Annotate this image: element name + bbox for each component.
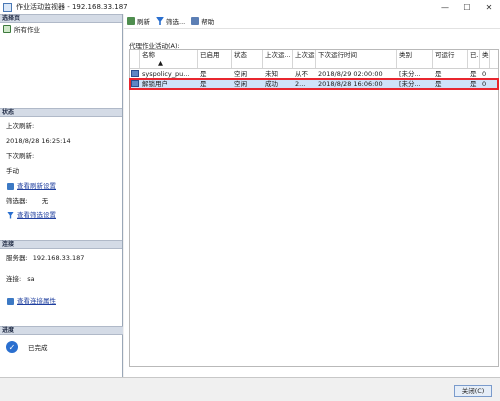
refresh-button[interactable]: 刷新 (127, 16, 150, 26)
maximize-button[interactable]: ☐ (456, 0, 478, 14)
job-icon (131, 80, 139, 87)
refresh-settings-icon (7, 182, 14, 190)
bottom-bar: 关闭(C) (0, 377, 500, 401)
last-refresh-value: 2018/8/28 16:25:14 (6, 137, 71, 145)
connection-value: sa (27, 275, 35, 283)
close-button[interactable]: 关闭(C) (454, 385, 492, 397)
check-icon: ✓ (6, 341, 18, 353)
progress-value: 已完成 (28, 344, 48, 352)
column-header[interactable]: 上次运... (293, 50, 316, 68)
close-window-button[interactable]: ✕ (478, 0, 500, 14)
left-pane: 选择页 所有作业 状态 上次刷新: 2018/8/28 16:25:14 下次刷… (0, 14, 123, 377)
last-refresh-label: 上次刷新: (6, 122, 35, 130)
toolbar: 刷新 筛选... 帮助 (124, 14, 500, 29)
view-filter-settings-link[interactable]: 查看筛选设置 (0, 210, 122, 220)
table-row[interactable]: syspolicy_pu... 是 空闲 未知 从不 2018/8/29 02:… (130, 69, 498, 79)
job-icon (131, 70, 139, 77)
column-header[interactable]: 状态 (232, 50, 263, 68)
server-row: 服务器: 192.168.33.187 (0, 253, 122, 263)
column-header[interactable]: 类别 (480, 50, 490, 68)
title-bar: 作业活动监视器 - 192.168.33.187 — ☐ ✕ (0, 0, 500, 14)
next-refresh-value: 手动 (6, 167, 19, 175)
column-header[interactable]: 名称 ▲ (140, 50, 198, 68)
column-header[interactable]: 下次运行时间 (316, 50, 397, 68)
jobs-icon (3, 24, 11, 33)
main-pane: 刷新 筛选... 帮助 代理作业活动(A): 名称 ▲ 已启用 状态 上次运...… (124, 14, 500, 377)
minimize-button[interactable]: — (434, 0, 456, 14)
filter-icon (7, 211, 14, 219)
app-icon (3, 2, 12, 12)
table-row-selected[interactable]: 解锁用户 是 空闲 成功 2... 2018/8/28 16:06:00 [未分… (129, 78, 499, 90)
view-connection-properties-link[interactable]: 查看连接属性 (0, 296, 122, 306)
filter-row: 筛选器: 无 (0, 196, 122, 206)
filter-button[interactable]: 筛选... (156, 16, 185, 26)
status-header: 状态 (0, 108, 122, 117)
help-icon (191, 17, 200, 25)
grid-header: 名称▲ 已启用 状态 上次运... 上次运... 下次运行时间 类别 可运行 已… (130, 50, 498, 69)
filter-label: 筛选器: (6, 197, 28, 205)
filter-value: 无 (41, 197, 49, 205)
progress-header: 进度 (0, 326, 123, 335)
next-refresh-label: 下次刷新: (6, 152, 35, 160)
job-activity-grid[interactable]: 名称▲ 已启用 状态 上次运... 上次运... 下次运行时间 类别 可运行 已… (129, 49, 499, 367)
refresh-icon (127, 17, 135, 25)
progress-row: ✓ 已完成 (0, 339, 123, 355)
column-header[interactable]: 已... (468, 50, 480, 68)
tree-item-label: 所有作业 (14, 25, 40, 34)
server-label: 服务器: (6, 254, 28, 262)
connection-header: 连接 (0, 240, 122, 249)
tree-item-all-jobs[interactable]: 所有作业 (0, 23, 122, 34)
view-refresh-settings-link[interactable]: 查看刷新设置 (0, 181, 122, 191)
progress-section: 进度 ✓ 已完成 (0, 326, 123, 355)
select-page-header: 选择页 (0, 14, 122, 23)
window-title: 作业活动监视器 - 192.168.33.187 (16, 3, 128, 11)
filter-icon (156, 17, 164, 25)
column-header[interactable]: 上次运... (263, 50, 293, 68)
column-header[interactable]: 已启用 (198, 50, 232, 68)
column-header[interactable]: 可运行 (433, 50, 468, 68)
connection-label: 连接: (6, 275, 22, 283)
server-value: 192.168.33.187 (32, 254, 85, 262)
connection-properties-icon (7, 297, 14, 305)
column-header[interactable]: 类别 (397, 50, 433, 68)
connection-row: 连接: sa (0, 274, 122, 284)
help-button[interactable]: 帮助 (191, 16, 214, 26)
